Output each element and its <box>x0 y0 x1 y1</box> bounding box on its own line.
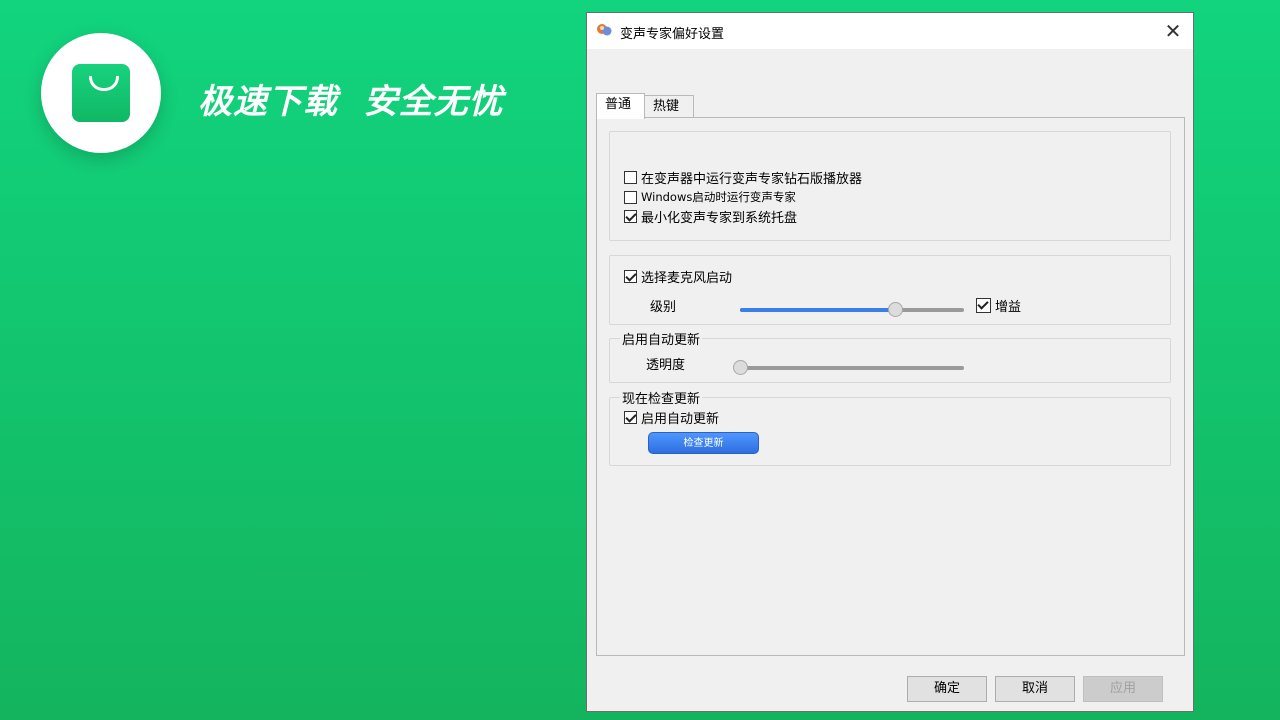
checkbox[interactable] <box>624 170 637 184</box>
tab-general[interactable]: 普通 <box>596 93 645 119</box>
option-run-player[interactable]: 在变声器中运行变声专家钻石版播放器 <box>624 167 862 187</box>
transparency-slider[interactable] <box>733 360 964 375</box>
level-slider-thumb[interactable] <box>888 302 903 317</box>
checkbox[interactable] <box>624 410 637 424</box>
level-slider[interactable] <box>740 302 964 317</box>
transparency-slider-thumb[interactable] <box>733 360 748 375</box>
transparency-label: 透明度 <box>646 358 686 373</box>
option-label: Windows启动时运行变声专家 <box>641 190 796 204</box>
option-label: 在变声器中运行变声专家钻石版播放器 <box>641 171 863 187</box>
mic-enable-label: 选择麦克风启动 <box>641 270 733 286</box>
checkbox[interactable] <box>624 209 637 223</box>
mic-enable-option[interactable]: 选择麦克风启动 <box>624 266 732 286</box>
gain-option[interactable]: 增益 <box>976 295 1021 315</box>
title-bar: 变声专家偏好设置 ✕ <box>587 13 1193 49</box>
level-slider-fill <box>740 308 895 312</box>
group-label: 启用自动更新 <box>620 329 703 348</box>
preferences-dialog: 变声专家偏好设置 ✕ 普通 热键 在变声器中运行变声专家钻石版播放器 Windo… <box>586 12 1194 712</box>
option-minimize-to-tray[interactable]: 最小化变声专家到系统托盘 <box>624 206 797 226</box>
auto-update-label: 启用自动更新 <box>641 411 720 427</box>
check-update-group: 现在检查更新 启用自动更新 检查更新 <box>609 388 1171 466</box>
group-label: 现在检查更新 <box>620 388 703 407</box>
app-icon <box>597 24 612 36</box>
apply-button[interactable]: 应用 <box>1083 676 1163 702</box>
checkbox[interactable] <box>624 269 637 283</box>
tab-panel-general: 在变声器中运行变声专家钻石版播放器 Windows启动时运行变声专家 最小化变声… <box>596 117 1185 656</box>
gain-label: 增益 <box>995 299 1022 315</box>
checkbox[interactable] <box>976 297 991 313</box>
app-store-logo <box>41 33 161 153</box>
check-update-button[interactable]: 检查更新 <box>648 432 759 454</box>
cancel-button[interactable]: 取消 <box>995 676 1075 702</box>
tab-hotkeys[interactable]: 热键 <box>644 95 694 117</box>
microphone-group: 选择麦克风启动 级别 增益 <box>609 255 1171 325</box>
level-label: 级别 <box>650 300 677 315</box>
auto-update-option[interactable]: 启用自动更新 <box>624 407 719 427</box>
auto-update-group: 启用自动更新 透明度 <box>609 329 1171 383</box>
window-title: 变声专家偏好设置 <box>620 27 725 42</box>
option-run-on-startup[interactable]: Windows启动时运行变声专家 <box>624 187 796 207</box>
checkbox[interactable] <box>624 190 637 204</box>
option-label: 最小化变声专家到系统托盘 <box>641 210 798 226</box>
slogan: 极速下载 安全无忧 <box>198 82 504 122</box>
shopping-bag-icon <box>72 64 130 122</box>
general-options-group: 在变声器中运行变声专家钻石版播放器 Windows启动时运行变声专家 最小化变声… <box>609 131 1171 241</box>
close-icon[interactable]: ✕ <box>1161 19 1185 43</box>
ok-button[interactable]: 确定 <box>907 676 987 702</box>
